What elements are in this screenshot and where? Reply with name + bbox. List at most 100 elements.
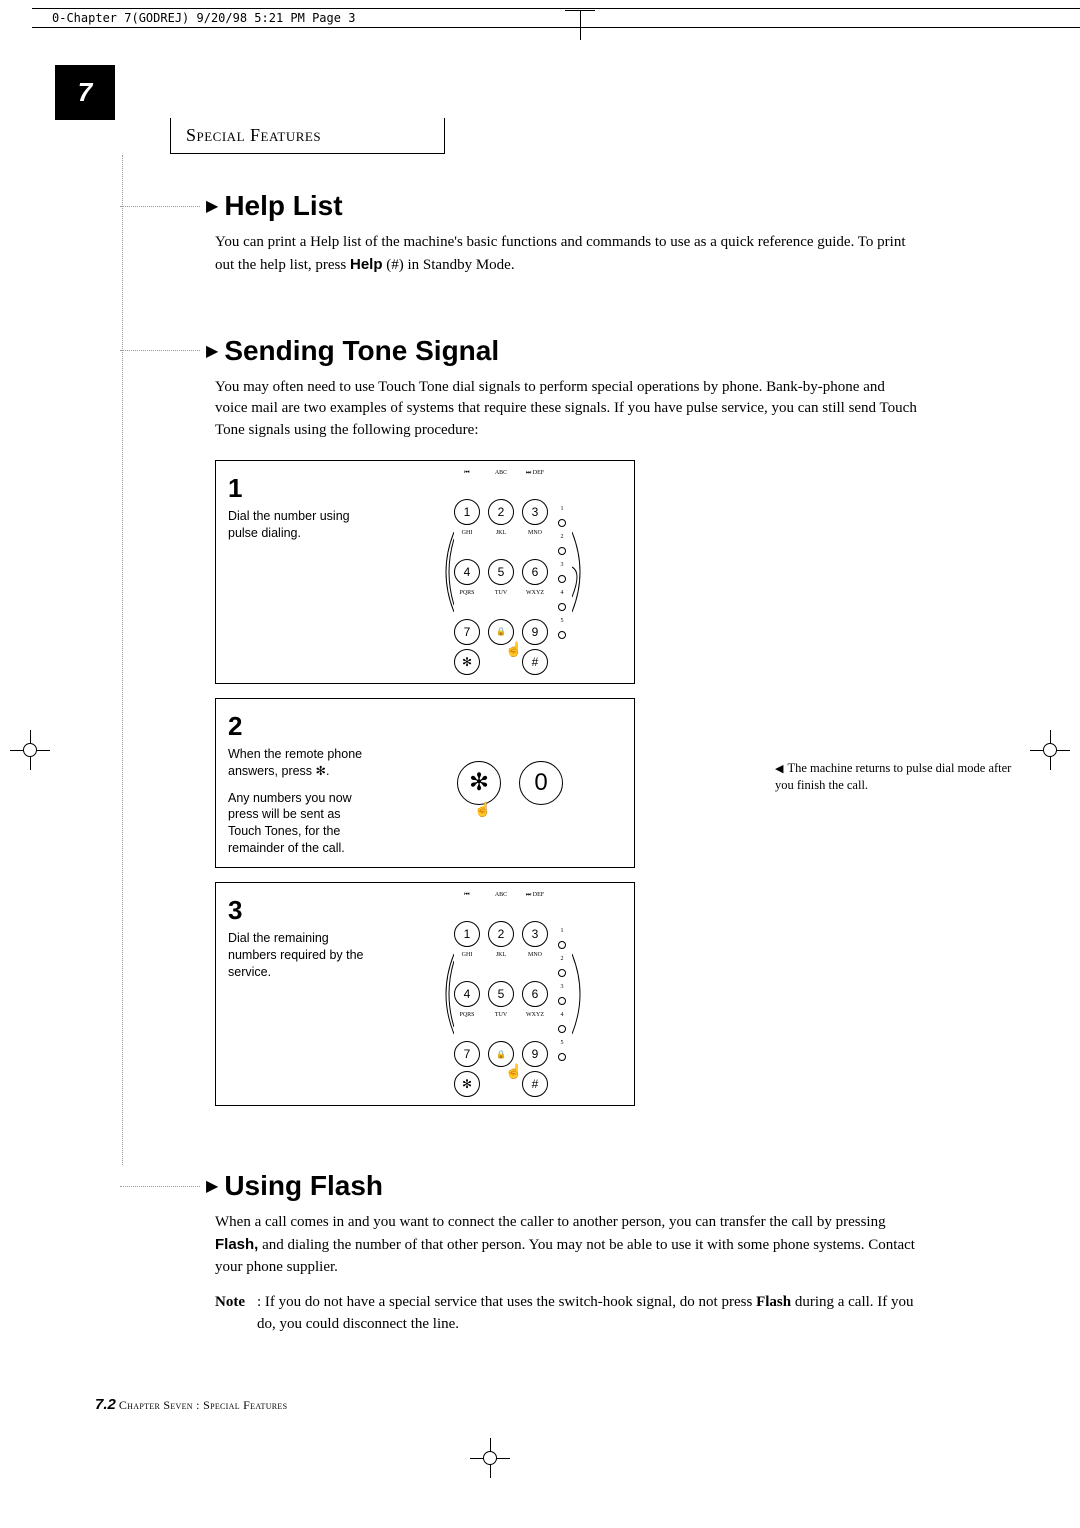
arrow-right-icon: ▶	[206, 196, 218, 216]
using-flash-body: When a call comes in and you want to con…	[215, 1212, 920, 1278]
key: 3	[522, 921, 548, 947]
step-text: 1 Dial the number using pulse dialing.	[216, 461, 386, 683]
bold-key: Flash	[756, 1294, 791, 1310]
dotted-leader	[120, 206, 200, 207]
key: 1	[454, 499, 480, 525]
crop-mark-top	[565, 10, 595, 40]
text: and dialing the number of that other per…	[215, 1237, 915, 1275]
section-title-tab: Special Features	[170, 118, 445, 154]
step-number: 1	[228, 471, 374, 506]
steps-container: 1 Dial the number using pulse dialing. ⏮…	[215, 460, 920, 1106]
key-label: ABC	[488, 469, 514, 477]
keypad-icon: ⏮ABC⏭ DEF 123 GHIJKLMNO 456 PQRSTUVWXYZ …	[454, 891, 548, 1097]
chapter-tab: 7	[55, 65, 115, 120]
heading-text: Using Flash	[224, 1170, 383, 1202]
crop-mark-bottom	[470, 1438, 510, 1478]
note-label: Note	[215, 1294, 245, 1310]
step-3: 3 Dial the remaining numbers required by…	[215, 882, 635, 1106]
help-list-body: You can print a Help list of the machine…	[215, 232, 920, 277]
key-label: ⏮	[454, 891, 480, 899]
side-label: 3	[558, 561, 566, 569]
key-label: WXYZ	[522, 1011, 548, 1019]
step-illustration: ⏮ABC⏭ DEF 123 GHIJKLMNO 456 PQRSTUVWXYZ …	[386, 461, 634, 683]
step-2: 2 When the remote phone answers, press ✻…	[215, 698, 635, 868]
key: 9	[522, 1041, 548, 1067]
text: When a call comes in and you want to con…	[215, 1214, 886, 1230]
heading-using-flash: ▶ Using Flash	[120, 1170, 920, 1202]
print-job-text: 0-Chapter 7(GODREJ) 9/20/98 5:21 PM Page…	[52, 11, 355, 25]
key: 7	[454, 1041, 480, 1067]
step-illustration: ✻☝ 0	[386, 699, 634, 867]
side-note: ◀The machine returns to pulse dial mode …	[775, 760, 1030, 795]
dot-icon	[558, 997, 566, 1005]
step-desc: Any numbers you now press will be sent a…	[228, 791, 352, 856]
key: 5	[488, 981, 514, 1007]
side-label: 5	[558, 1039, 566, 1047]
key-label: DEF	[533, 470, 544, 476]
keypad-icon: ⏮ABC⏭ DEF 123 GHIJKLMNO 456 PQRSTUVWXYZ …	[454, 469, 548, 675]
bold-key: Flash,	[215, 1236, 258, 1253]
key-label: JKL	[488, 529, 514, 537]
step-number: 2	[228, 709, 374, 744]
step-number: 3	[228, 893, 374, 928]
key-label: ⏭	[526, 892, 531, 898]
key-label: DEF	[533, 892, 544, 898]
key: 2	[488, 921, 514, 947]
arrow-right-icon: ▶	[206, 1176, 218, 1196]
side-label: 4	[558, 1011, 566, 1019]
key-label: GHI	[454, 951, 480, 959]
page-number: 7.2	[95, 1396, 116, 1413]
key: ✻	[454, 649, 480, 675]
print-job-header: 0-Chapter 7(GODREJ) 9/20/98 5:21 PM Page…	[32, 8, 1080, 28]
key: 7	[454, 619, 480, 645]
side-buttons: 1 2 3 4 5	[558, 505, 566, 639]
key: 4	[454, 981, 480, 1007]
key-label: MNO	[522, 529, 548, 537]
text: You can print a Help list of the machine…	[215, 234, 906, 273]
side-note-text: The machine returns to pulse dial mode a…	[775, 761, 1011, 793]
step-text: 2 When the remote phone answers, press ✻…	[216, 699, 386, 867]
page-footer: 7.2 Chapter Seven : Special Features	[95, 1396, 287, 1413]
heading-text: Help List	[224, 190, 342, 222]
hand-pointer-icon: ☝	[474, 801, 491, 818]
panel-edge-icon	[572, 949, 590, 1039]
key: 5	[488, 559, 514, 585]
side-label: 5	[558, 617, 566, 625]
star-key-icon: ✻☝	[457, 761, 501, 805]
key-label: TUV	[488, 1011, 514, 1019]
key-label: ABC	[488, 891, 514, 899]
key: 6	[522, 559, 548, 585]
note-block: Note : If you do not have a special serv…	[215, 1292, 920, 1336]
arrow-right-icon: ▶	[206, 341, 218, 361]
hand-pointer-icon: ☝	[505, 1063, 522, 1080]
zero-key-icon: 0	[519, 761, 563, 805]
hand-pointer-icon: ☝	[505, 641, 522, 658]
bold-key: Help	[350, 256, 383, 273]
handset-arc-icon	[436, 527, 454, 617]
step-desc: Dial the remaining numbers required by t…	[228, 931, 364, 979]
side-label: 1	[558, 927, 566, 935]
key-label: ⏮	[454, 469, 480, 477]
step-1: 1 Dial the number using pulse dialing. ⏮…	[215, 460, 635, 684]
key-label: PQRS	[454, 1011, 480, 1019]
side-label: 1	[558, 505, 566, 513]
dot-icon	[558, 631, 566, 639]
side-buttons: 1 2 3 4 5	[558, 927, 566, 1061]
footer-text: Chapter Seven : Special Features	[119, 1398, 288, 1412]
key-label: WXYZ	[522, 589, 548, 597]
registration-mark-right	[1030, 730, 1070, 770]
key: 🔒☝	[488, 619, 514, 645]
key: 2	[488, 499, 514, 525]
key-label: GHI	[454, 529, 480, 537]
key: #	[522, 1071, 548, 1097]
key: 4	[454, 559, 480, 585]
sending-tone-body: You may often need to use Touch Tone dia…	[215, 377, 920, 442]
key-label: PQRS	[454, 589, 480, 597]
key-label: ⏭	[526, 470, 531, 476]
dot-icon	[558, 969, 566, 977]
text: (#) in Standby Mode.	[383, 257, 515, 273]
side-label: 3	[558, 983, 566, 991]
panel-edge-icon	[572, 527, 590, 617]
key-label: TUV	[488, 589, 514, 597]
step-desc: Dial the number using pulse dialing.	[228, 509, 350, 540]
